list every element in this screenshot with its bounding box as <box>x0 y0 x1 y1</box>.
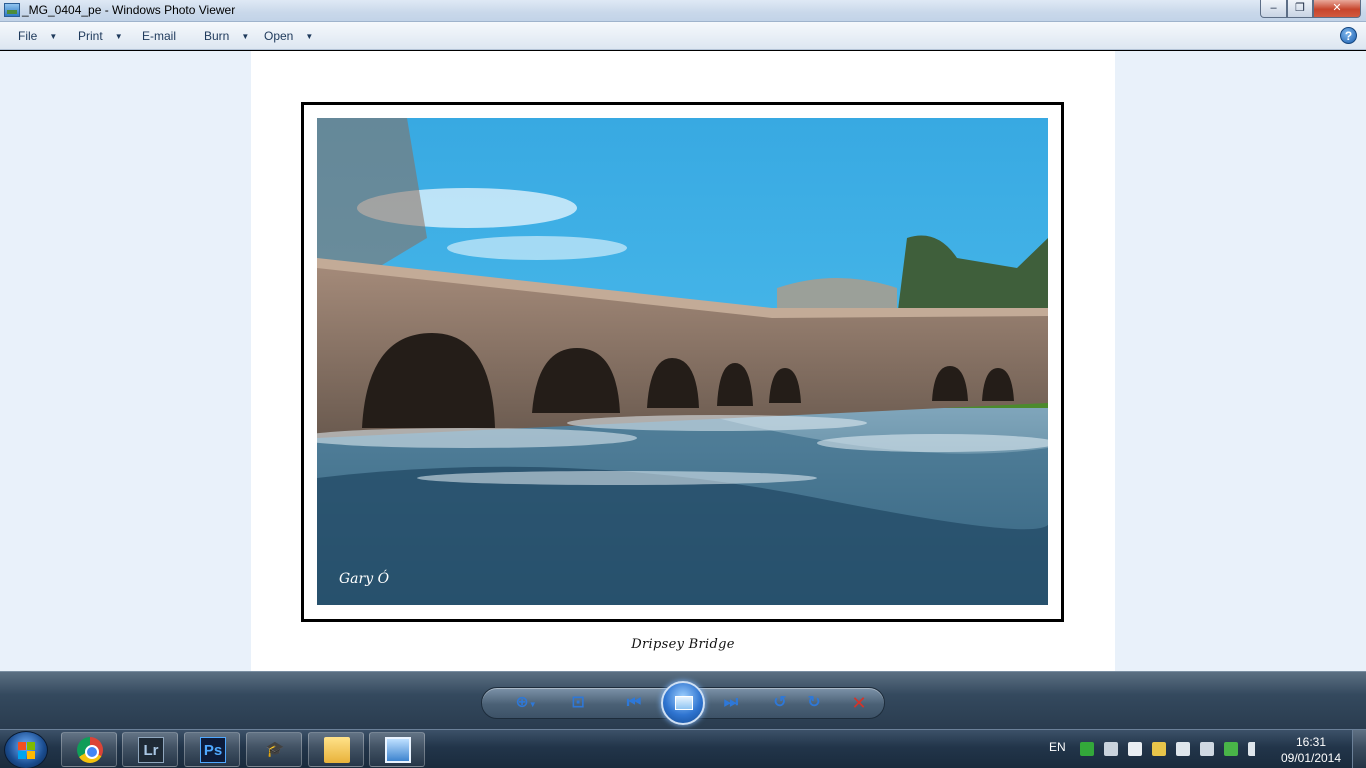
window-title: _MG_0404_pe - Windows Photo Viewer <box>22 3 236 17</box>
actual-size-icon[interactable]: ⊡ <box>563 692 593 714</box>
language-indicator[interactable]: EN <box>1049 740 1066 754</box>
photo-frame: Gary Ó <box>301 102 1064 622</box>
menu-file[interactable]: File ▼ <box>18 29 57 43</box>
chevron-down-icon: ▼ <box>114 32 123 41</box>
volume-icon[interactable] <box>1200 742 1214 756</box>
clock[interactable]: 16:31 09/01/2014 <box>1280 734 1342 766</box>
next-icon[interactable]: ⏭ <box>716 692 746 714</box>
sync-icon[interactable] <box>1224 742 1238 756</box>
taskbar-photoshop[interactable]: Ps <box>184 732 240 767</box>
photo-caption: Dripsey Bridge <box>631 637 735 652</box>
clock-time: 16:31 <box>1295 735 1327 749</box>
menu-open[interactable]: Open ▼ <box>264 29 313 43</box>
menu-print-label: Print <box>78 29 103 43</box>
folder-icon <box>324 737 350 763</box>
menu-email[interactable]: E-mail <box>142 29 176 43</box>
viewer-control-bar: ⊕▼ ⊡ ⏮ ⏭ ↺ ↻ ✕ <box>0 671 1366 729</box>
action-center-flag-icon[interactable] <box>1128 742 1142 756</box>
menu-email-label: E-mail <box>142 29 177 43</box>
photo-image: Gary Ó <box>317 118 1048 605</box>
menu-print[interactable]: Print ▼ <box>78 29 123 43</box>
zoom-icon[interactable]: ⊕▼ <box>508 692 544 714</box>
photo-dripsey-bridge: Gary Ó <box>317 118 1048 605</box>
clock-date: 09/01/2014 <box>1280 751 1342 765</box>
close-button[interactable]: ✕ <box>1313 0 1361 18</box>
slideshow-icon[interactable] <box>661 681 705 725</box>
start-button[interactable] <box>4 731 48 768</box>
delete-icon[interactable]: ✕ <box>844 692 874 714</box>
minimize-button[interactable]: – <box>1260 0 1287 18</box>
taskbar-photo-viewer[interactable] <box>369 732 425 767</box>
taskbar: Lr Ps 🎓 EN 16:31 09/01/2014 <box>0 729 1366 768</box>
menu-burn[interactable]: Burn ▼ <box>204 29 249 43</box>
graduation-cap-icon: 🎓 <box>265 741 285 758</box>
network-monitor-icon[interactable] <box>1104 742 1118 756</box>
signal-strength-icon[interactable] <box>1248 742 1262 756</box>
show-desktop-button[interactable] <box>1352 730 1366 768</box>
taskbar-explorer[interactable] <box>308 732 364 767</box>
menu-burn-label: Burn <box>204 29 230 43</box>
taskbar-lightroom[interactable]: Lr <box>122 732 178 767</box>
title-bar: _MG_0404_pe - Windows Photo Viewer – ❐ ✕ <box>0 0 1366 22</box>
chevron-down-icon: ▼ <box>305 32 314 41</box>
maximize-button[interactable]: ❐ <box>1287 0 1313 18</box>
image-viewer[interactable]: Gary Ó Dripsey Bridge <box>0 51 1366 671</box>
taskbar-graduation-app[interactable]: 🎓 <box>246 732 302 767</box>
photo-viewer-icon <box>385 737 411 763</box>
photo-viewer-app-icon[interactable] <box>4 3 20 17</box>
previous-icon[interactable]: ⏮ <box>619 692 649 714</box>
tray-app-icon[interactable] <box>1080 742 1094 756</box>
menu-bar: File ▼ Print ▼ E-mail Burn ▼ Open ▼ ? <box>0 22 1366 50</box>
windows-logo-icon <box>18 742 36 760</box>
usb-device-icon[interactable] <box>1176 742 1190 756</box>
rotate-counterclockwise-icon[interactable]: ↺ <box>765 692 795 714</box>
power-icon[interactable] <box>1152 742 1166 756</box>
chrome-icon <box>77 737 103 763</box>
help-icon[interactable]: ? <box>1340 27 1357 44</box>
image-sheet: Gary Ó Dripsey Bridge <box>251 51 1115 671</box>
menu-open-label: Open <box>264 29 294 43</box>
chevron-down-icon: ▼ <box>49 32 58 41</box>
rotate-clockwise-icon[interactable]: ↻ <box>799 692 829 714</box>
chevron-down-icon: ▼ <box>241 32 250 41</box>
menu-file-label: File <box>18 29 38 43</box>
photoshop-icon: Ps <box>200 737 226 763</box>
taskbar-chrome[interactable] <box>61 732 117 767</box>
lightroom-icon: Lr <box>138 737 164 763</box>
signature-watermark: Gary Ó <box>339 569 390 587</box>
